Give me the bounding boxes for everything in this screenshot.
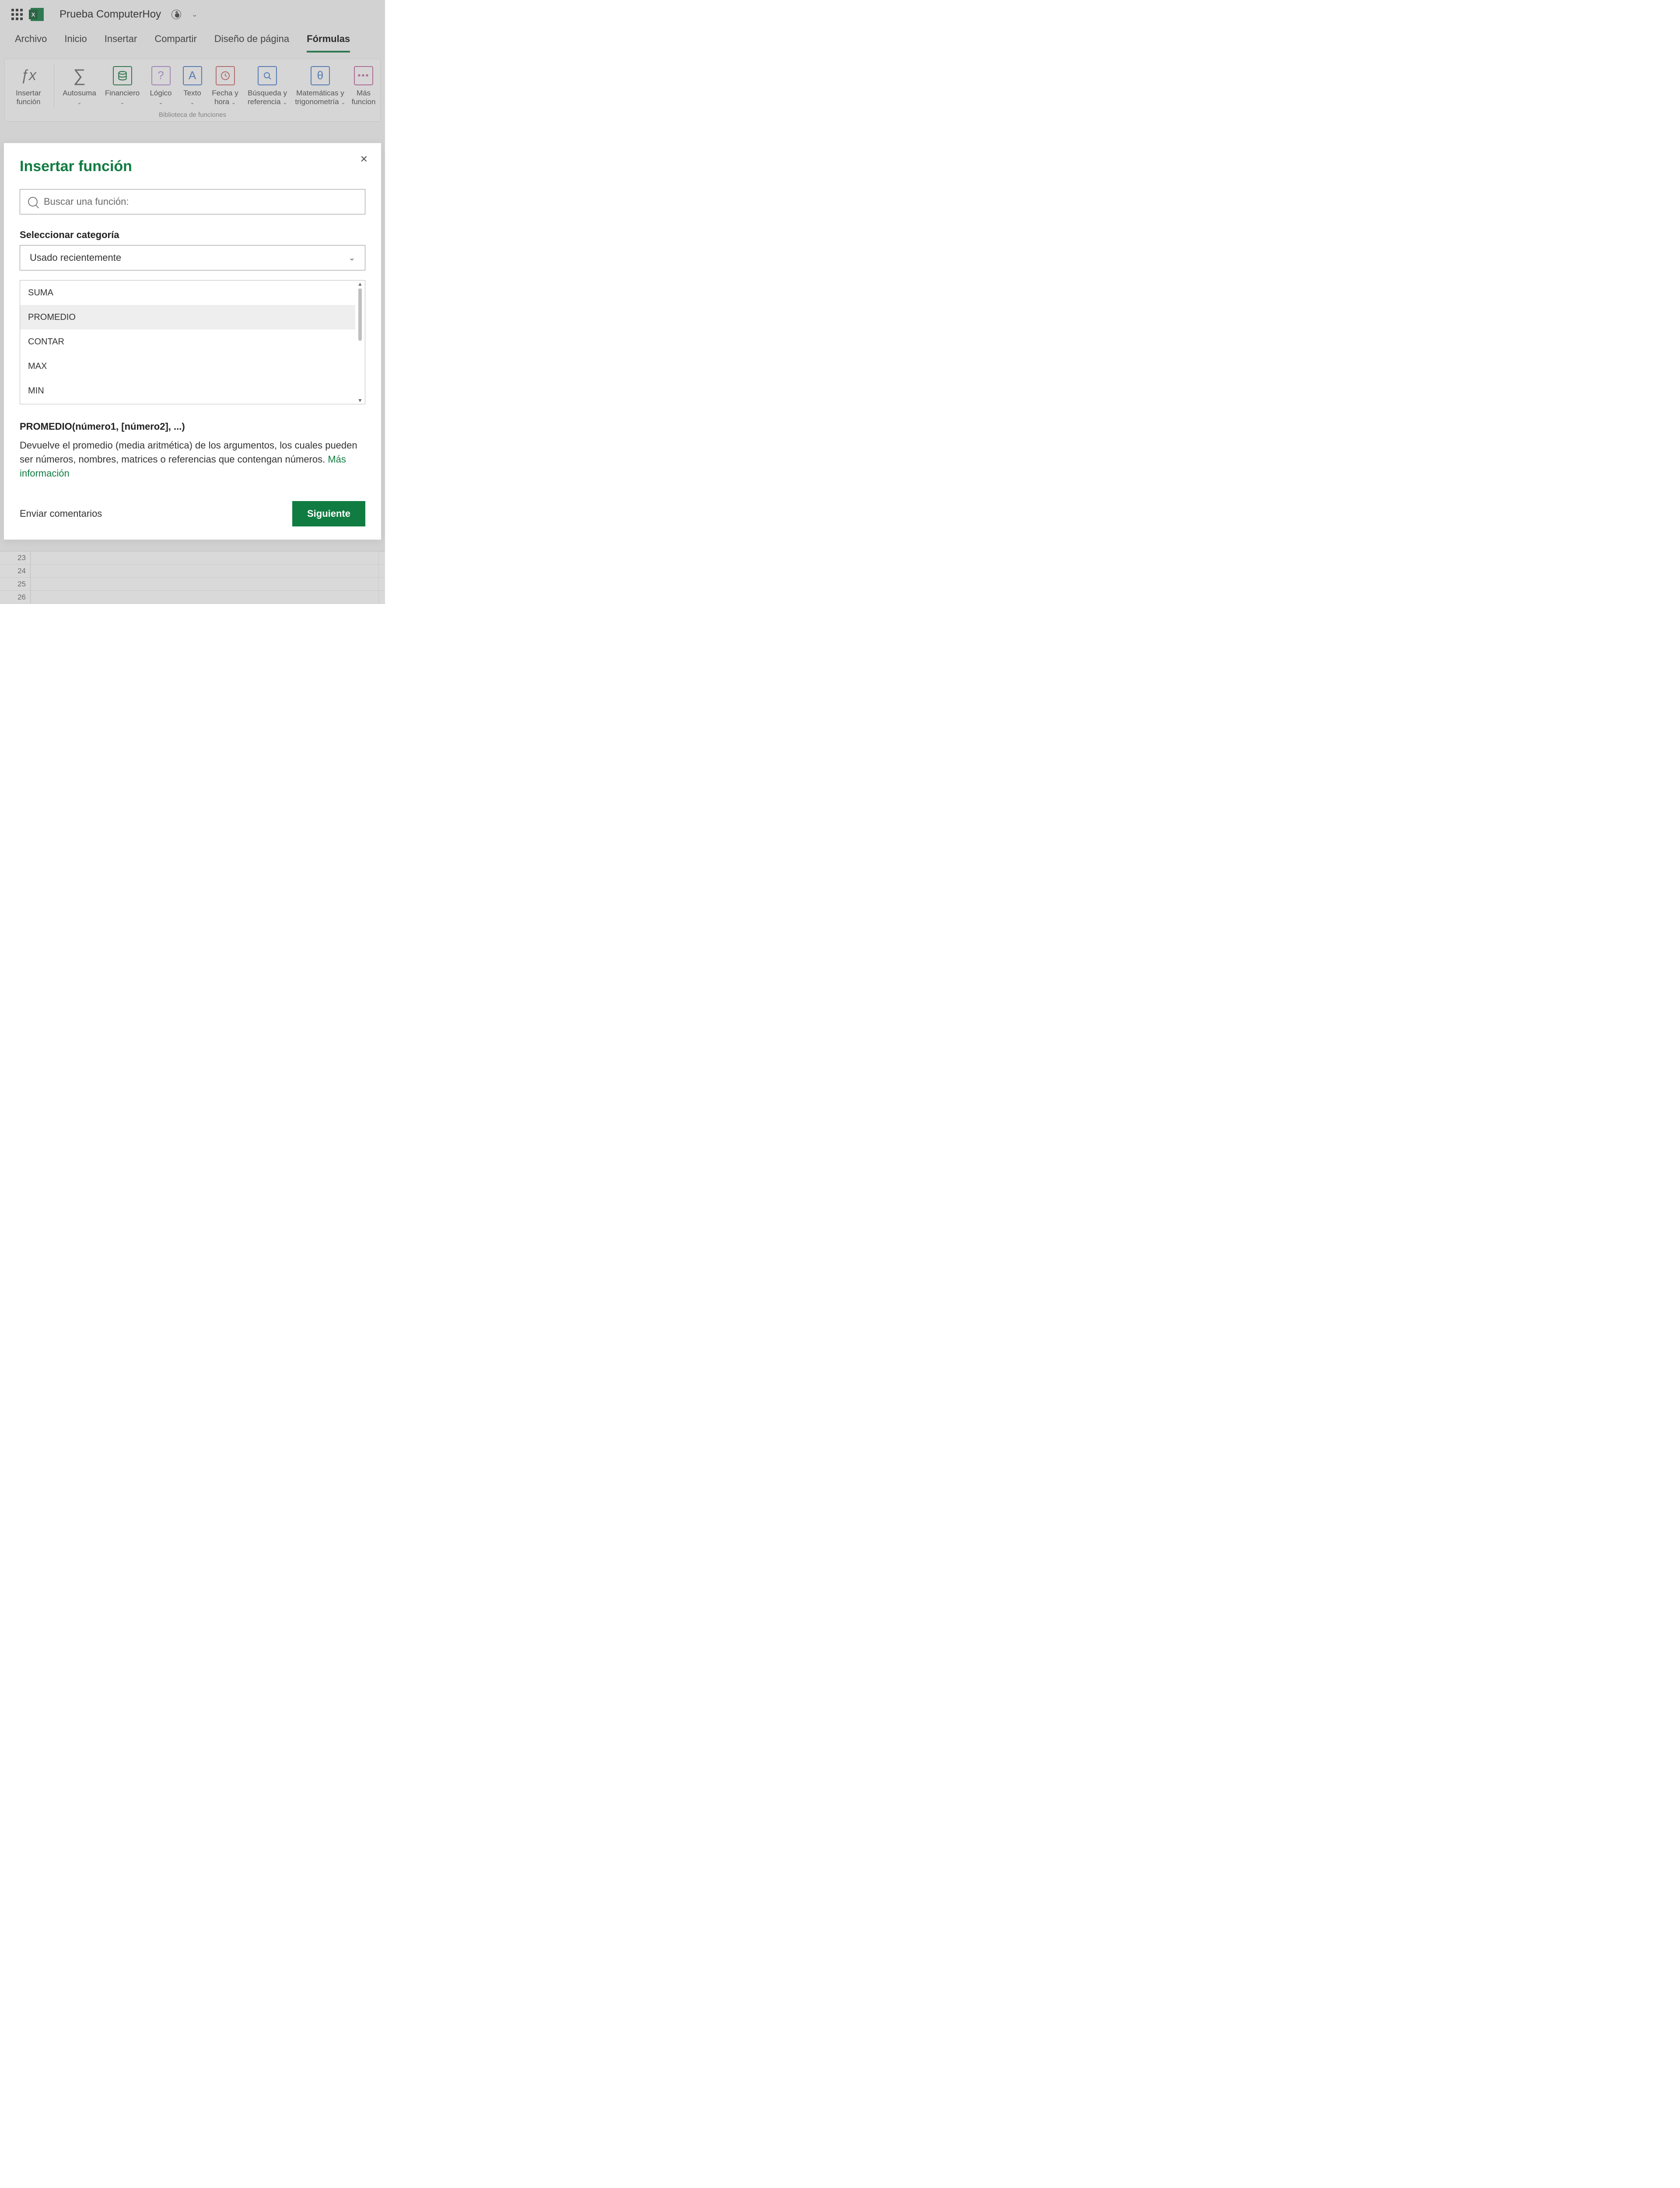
send-feedback-link[interactable]: Enviar comentarios: [20, 508, 102, 519]
function-item[interactable]: MAX: [20, 354, 355, 379]
function-item[interactable]: SUMA: [20, 281, 355, 305]
search-input[interactable]: [44, 196, 357, 207]
function-signature: PROMEDIO(número1, [número2], ...): [20, 421, 365, 432]
close-button[interactable]: ✕: [360, 154, 368, 165]
insert-function-dialog: ✕ Insertar función Seleccionar categoría…: [4, 143, 382, 540]
next-button[interactable]: Siguiente: [292, 501, 365, 526]
scroll-thumb[interactable]: [358, 288, 362, 341]
chevron-down-icon: ⌄: [349, 253, 355, 263]
category-select[interactable]: Usado recientemente ⌄: [20, 245, 365, 270]
function-item[interactable]: PROMEDIO: [20, 305, 355, 330]
search-function-field[interactable]: [20, 189, 365, 214]
scroll-up-icon[interactable]: ▲: [357, 281, 363, 287]
function-item[interactable]: CONTAR: [20, 330, 355, 354]
function-item[interactable]: MIN: [20, 379, 355, 403]
search-icon: [28, 197, 38, 207]
dialog-title: Insertar función: [4, 143, 381, 185]
category-label: Seleccionar categoría: [20, 229, 365, 241]
listbox-scrollbar[interactable]: ▲ ▼: [356, 281, 364, 403]
scroll-down-icon[interactable]: ▼: [357, 398, 363, 403]
function-listbox[interactable]: SUMA PROMEDIO CONTAR MAX MIN ▲ ▼: [20, 280, 365, 404]
category-value: Usado recientemente: [30, 252, 121, 263]
function-description: Devuelve el promedio (media aritmética) …: [20, 440, 357, 465]
